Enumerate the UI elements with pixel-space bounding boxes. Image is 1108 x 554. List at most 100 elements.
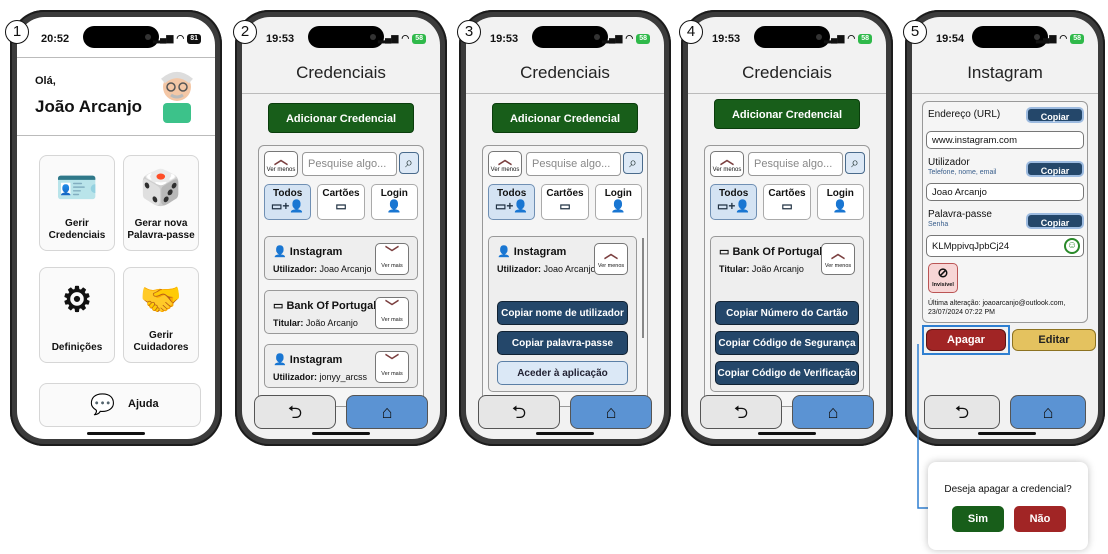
home-button[interactable]: ⌂ (1010, 395, 1086, 429)
divider (466, 93, 664, 94)
search-icon: ⌕ (629, 154, 637, 170)
page-title: Instagram (967, 63, 1043, 82)
wifi-icon: ◠ (1059, 33, 1068, 43)
expand-button[interactable]: ﹀ Ver mais (375, 243, 409, 275)
back-button[interactable]: ⮌ (254, 395, 336, 429)
tile-label: Gerir Cuidadores (133, 330, 189, 353)
search-button[interactable]: ⌕ (623, 152, 643, 174)
user-icon: 👤 (497, 246, 514, 258)
expand-label: Ver mais (381, 263, 403, 269)
tile-manage-credentials[interactable]: 🪪 Gerir Credenciais (39, 155, 115, 251)
copy-url-button[interactable]: Copiar (1026, 107, 1084, 123)
chevron-up-icon: ︿ (274, 151, 288, 167)
home-button[interactable]: ⌂ (792, 395, 874, 429)
card-name: Instagram (289, 246, 343, 258)
collapse-filters-button[interactable]: ︿ Ver menos (710, 151, 744, 177)
tab-all[interactable]: Todos ▭+👤 (710, 184, 758, 220)
chevron-up-icon: ︿ (498, 151, 512, 167)
tile-label: Definições (51, 342, 103, 353)
copy-password-button[interactable]: Copiar (1026, 213, 1084, 229)
bottom-nav: ⮌ ⌂ (478, 395, 652, 429)
phone-frame: 19:53 ▂▄▆ ◠ 58 Credenciais Adicionar Cre… (681, 10, 893, 446)
card-icon: ▭ (335, 199, 347, 213)
card-icon: ▭ (273, 300, 287, 312)
back-arrow-icon: ⮌ (733, 402, 749, 422)
confirm-no-button[interactable]: Não (1014, 506, 1066, 532)
home-button[interactable]: ⌂ (346, 395, 428, 429)
collapse-filters-button[interactable]: ︿ Ver menos (264, 151, 298, 177)
tab-login[interactable]: Login 👤 (816, 184, 864, 220)
collapse-button[interactable]: ︿ Ver menos (594, 243, 628, 275)
add-credential-button[interactable]: Adicionar Credencial (268, 103, 414, 133)
add-credential-button[interactable]: Adicionar Credencial (714, 99, 860, 129)
home-button[interactable]: ⌂ (570, 395, 652, 429)
search-input[interactable]: Pesquise algo... (748, 152, 843, 176)
open-app-button[interactable]: Aceder à aplicação (497, 361, 628, 385)
search-icon: ⌕ (851, 154, 859, 170)
copy-password-button[interactable]: Copiar palavra-passe (497, 331, 628, 355)
back-arrow-icon: ⮌ (511, 402, 527, 422)
card-field-value: João Arcanjo (751, 264, 804, 274)
expand-button[interactable]: ﹀ Ver mais (375, 351, 409, 383)
password-value: KLMppivqJpbCj24 (932, 241, 1010, 252)
home-screen: 20:52 ▂▄▆ ◠ 81 Olá, João Arcanjo 🪪 Gerir… (17, 17, 215, 439)
url-field[interactable]: www.instagram.com (926, 131, 1084, 149)
home-indicator (978, 432, 1036, 435)
tab-label: Login (604, 188, 632, 199)
back-button[interactable]: ⮌ (478, 395, 560, 429)
home-indicator (312, 432, 370, 435)
tab-login[interactable]: Login 👤 (594, 184, 642, 220)
copy-security-code-button[interactable]: Copiar Código de Segurança (715, 331, 859, 355)
copy-username-button[interactable]: Copiar (1026, 161, 1084, 177)
tile-settings[interactable]: ⚙ Definições (39, 267, 115, 363)
help-button[interactable]: 💬 Ajuda (39, 383, 201, 427)
home-icon: ⌂ (381, 402, 393, 422)
search-input[interactable]: Pesquise algo... (526, 152, 621, 176)
tab-all[interactable]: Todos ▭+👤 (488, 184, 536, 220)
search-input[interactable]: Pesquise algo... (302, 152, 397, 176)
scrollbar[interactable] (642, 238, 644, 338)
copy-username-button[interactable]: Copiar nome de utilizador (497, 301, 628, 325)
tab-login[interactable]: Login 👤 (370, 184, 418, 220)
dialog-question: Deseja apagar a credencial? (944, 484, 1072, 495)
card-plus-user-icon: ▭+👤 (495, 199, 529, 213)
battery-icon: 81 (187, 33, 201, 44)
tab-cards[interactable]: Cartões ▭ (541, 184, 589, 220)
signal-icon: ▂▄▆ (824, 33, 845, 43)
phone-frame: 19:53 ▂▄▆ ◠ 58 Credenciais Adicionar Cre… (235, 10, 447, 446)
card-icon: ▭ (559, 199, 571, 213)
signal-icon: ▂▄▆ (153, 33, 174, 43)
copy-card-number-button[interactable]: Copiar Número do Cartão (715, 301, 859, 325)
step-number: 3 (457, 20, 481, 44)
tile-label: Gerir Credenciais (48, 218, 106, 241)
back-button[interactable]: ⮌ (700, 395, 782, 429)
wifi-icon: ◠ (401, 33, 410, 43)
card-field-value: João Arcanjo (305, 318, 358, 328)
tab-all[interactable]: Todos ▭+👤 (264, 184, 312, 220)
search-button[interactable]: ⌕ (845, 152, 865, 174)
credentials-screen: 19:53 ▂▄▆ ◠ 58 Credenciais Adicionar Cre… (242, 17, 440, 439)
card-name: Instagram (513, 246, 567, 258)
add-credential-button[interactable]: Adicionar Credencial (492, 103, 638, 133)
confirm-yes-button[interactable]: Sim (952, 506, 1004, 532)
edit-button[interactable]: Editar (1012, 329, 1096, 351)
tile-generate-password[interactable]: 🎲 Gerar nova Palavra-passe (123, 155, 199, 251)
card-field-value: Joao Arcanjo (543, 264, 596, 274)
username-field[interactable]: Joao Arcanjo (926, 183, 1084, 201)
toggle-visibility-button[interactable]: ⊘ Invisível (928, 263, 958, 293)
tab-cards[interactable]: Cartões ▭ (317, 184, 365, 220)
status-icons: ▂▄▆ ◠ 58 (1036, 33, 1084, 44)
status-bar: 20:52 ▂▄▆ ◠ 81 (17, 17, 215, 61)
status-time: 20:52 (41, 33, 70, 45)
search-button[interactable]: ⌕ (399, 152, 419, 174)
credential-card: 👤 Instagram Utilizador: jonyy_arcss ﹀ Ver… (264, 344, 418, 388)
chevron-up-icon: ︿ (604, 245, 618, 261)
tab-cards[interactable]: Cartões ▭ (763, 184, 811, 220)
copy-verification-code-button[interactable]: Copiar Código de Verificação (715, 361, 859, 385)
password-field[interactable]: KLMppivqJpbCj24 ☺ (926, 235, 1084, 257)
collapse-button[interactable]: ︿ Ver menos (821, 243, 855, 275)
home-indicator (87, 432, 145, 435)
tile-manage-caregivers[interactable]: 🤝 Gerir Cuidadores (123, 267, 199, 363)
expand-button[interactable]: ﹀ Ver mais (375, 297, 409, 329)
collapse-filters-button[interactable]: ︿ Ver menos (488, 151, 522, 177)
